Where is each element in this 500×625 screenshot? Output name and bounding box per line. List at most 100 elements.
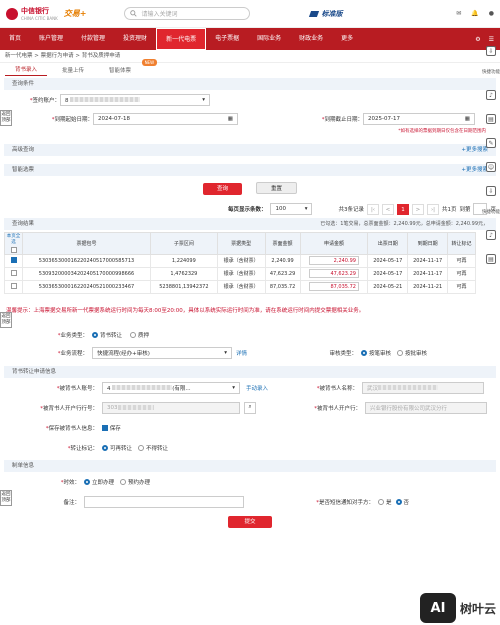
tab-smart-pick[interactable]: 智能体票 NEW	[99, 59, 158, 76]
bill-type: 银承（含财票）	[216, 266, 266, 281]
user-icon[interactable]: ●	[489, 10, 494, 17]
bill-no-link[interactable]: 530365300016220240521000233467	[22, 279, 151, 294]
goto-label: 到第	[459, 207, 471, 213]
flow-select[interactable]: 快捷流程(经办+审核) ▾	[92, 346, 232, 359]
bill-amount: 47,623.29	[264, 266, 301, 281]
nav-home[interactable]: 首页	[0, 28, 30, 50]
nav-ebill[interactable]: 电子票据	[206, 28, 248, 50]
tab-batch-upload[interactable]: 批量上传	[52, 64, 94, 76]
remark-input[interactable]	[84, 495, 244, 508]
reset-button[interactable]: 重置	[255, 182, 297, 194]
th-issue: 出票日期	[367, 232, 409, 255]
settings-icon[interactable]: ⚙	[475, 36, 480, 43]
tab-bar: 背书录入 批量上传 智能体票 NEW	[0, 59, 500, 76]
message-icon[interactable]: ✉	[456, 10, 461, 17]
apply-amount-input[interactable]: 2,240.99	[308, 256, 359, 265]
smart-pick-label: 智能选票	[12, 167, 35, 173]
endorsee-bankno-input[interactable]: 303	[102, 401, 240, 414]
nav-finance[interactable]: 财政业务	[290, 28, 332, 50]
nav-ebill-new[interactable]: 新一代电票	[156, 28, 207, 50]
account-label: *签约账户：	[29, 98, 60, 104]
table-row[interactable]: 530932000034202405170000998666 1,4762329…	[4, 266, 476, 281]
breadcrumb: 新一代电票 > 票据行为申请 > 背书及质押申请	[0, 50, 500, 63]
mark-transferable[interactable]: 可再转让	[102, 444, 132, 452]
support-icon[interactable]: ☺	[486, 162, 496, 172]
select-all-checkbox[interactable]	[10, 247, 17, 253]
account-select[interactable]: 8 ▾	[60, 94, 210, 106]
biz-type-endorse[interactable]: 背书转让	[92, 331, 122, 339]
mark-not-transferable[interactable]: 不得转让	[138, 444, 168, 452]
endorsee-acct-select[interactable]: 4 (有限... ▾	[102, 381, 240, 394]
nav-international[interactable]: 国际业务	[248, 28, 290, 50]
prev-page-button[interactable]: <	[381, 203, 394, 215]
back-to-top-3[interactable]: 返回顶部	[0, 490, 12, 506]
nav-invest[interactable]: 投资理财	[114, 28, 156, 50]
flow-detail-link[interactable]: 详情	[236, 349, 247, 357]
endorsee-bank-input[interactable]: 兴业银行股份有限公司武汉分行	[365, 401, 487, 414]
manual-entry-link[interactable]: 手动录入	[246, 384, 268, 392]
total-pages: 共1页	[441, 207, 457, 213]
back-to-top-2[interactable]: 返回顶部	[0, 312, 12, 328]
download-icon[interactable]: ⇩	[486, 46, 496, 56]
end-date-input[interactable]: 2025-07-17 ▦	[363, 113, 475, 125]
save-endorsee-checkbox[interactable]: 保存	[102, 424, 121, 432]
document-icon[interactable]: ▤	[486, 114, 496, 124]
table-row[interactable]: 530365300016220240517000585713 1,224099 …	[4, 253, 476, 268]
bill-no-link[interactable]: 530932000034202405170000998666	[22, 266, 151, 281]
apply-amount-input[interactable]: 47,623.29	[308, 269, 359, 278]
page-1-button[interactable]: 1	[396, 203, 409, 215]
notification-icon[interactable]: 🔔	[471, 10, 478, 17]
nav-more[interactable]: 更多	[332, 28, 362, 50]
timing-scheduled[interactable]: 预约办理	[120, 478, 150, 486]
sms-no[interactable]: 否	[395, 498, 409, 506]
apply-amount-input[interactable]: 87,035.72	[308, 282, 359, 291]
timing-now[interactable]: 立即办理	[84, 478, 114, 486]
query-button[interactable]: 查询	[203, 183, 243, 195]
nav-account[interactable]: 账户管理	[30, 28, 72, 50]
bill-no-link[interactable]: 530365300016220240517000585713	[22, 253, 151, 268]
audit-single[interactable]: 按笔审核	[361, 349, 391, 357]
transfer-mark: 可再	[447, 253, 476, 268]
last-page-button[interactable]: ›|	[426, 203, 439, 215]
table-row[interactable]: 530365300016220240521000233467 5238801,1…	[4, 279, 476, 294]
search-placeholder: 请输入关键词	[141, 11, 178, 18]
back-to-top-1[interactable]: 返回顶部	[0, 110, 12, 126]
search-input[interactable]: 请输入关键词	[124, 7, 251, 20]
chevron-down-icon: ▾	[224, 349, 227, 356]
endorsee-name-input[interactable]: 武汉	[362, 381, 485, 394]
smart-pick-bar[interactable]: 智能选票 +更多搜索	[4, 164, 496, 176]
per-page-select[interactable]: 100 ▾	[270, 203, 313, 215]
row-checkbox[interactable]	[10, 283, 17, 290]
nav-payment[interactable]: 付款管理	[72, 28, 114, 50]
bank-logo[interactable]: 中信银行 CHINA CITIC BANK	[6, 6, 58, 21]
bill-amount: 87,035.72	[264, 279, 301, 294]
tab-endorse-entry[interactable]: 背书录入	[5, 63, 48, 76]
submit-button[interactable]: 提交	[228, 515, 272, 528]
version-switch[interactable]: 标准版	[309, 9, 342, 19]
document-icon-2[interactable]: ▤	[486, 254, 496, 264]
start-date-input[interactable]: 2024-07-18 ▦	[93, 113, 238, 125]
first-page-button[interactable]: |‹	[366, 203, 379, 215]
advanced-query-bar[interactable]: 高级查询 +更多搜索	[4, 144, 496, 156]
bell-icon[interactable]: ♪	[486, 90, 496, 100]
search-icon[interactable]: ⌕	[244, 401, 256, 414]
edit-icon[interactable]: ✎	[486, 138, 496, 148]
next-page-button[interactable]: >	[411, 203, 424, 215]
quick-function-label-2: 快捷功能	[482, 210, 500, 215]
save-endorsee-label: *保存被背书人信息：	[45, 425, 98, 432]
row-checkbox[interactable]	[10, 270, 17, 277]
account-value: 8	[65, 97, 69, 104]
bill-type: 银承（含财票）	[216, 279, 266, 294]
audit-batch[interactable]: 按批审核	[397, 349, 427, 357]
download-icon-2[interactable]: ⇩	[486, 186, 496, 196]
timing-label: *时效：	[60, 479, 80, 486]
endorsee-bankno-label: *被背书人开户行行号：	[40, 405, 98, 412]
sms-label: *是否短信通知对手方：	[316, 499, 374, 506]
biz-type-pledge[interactable]: 质押	[130, 331, 149, 339]
sms-yes[interactable]: 是	[378, 498, 392, 506]
row-checkbox[interactable]	[10, 257, 17, 264]
advanced-query-label: 高级查询	[12, 147, 35, 153]
th-bill-no: 票据包号	[22, 232, 151, 255]
bell-icon-2[interactable]: ♪	[486, 230, 496, 240]
watermark-text: 树叶云	[459, 601, 496, 616]
